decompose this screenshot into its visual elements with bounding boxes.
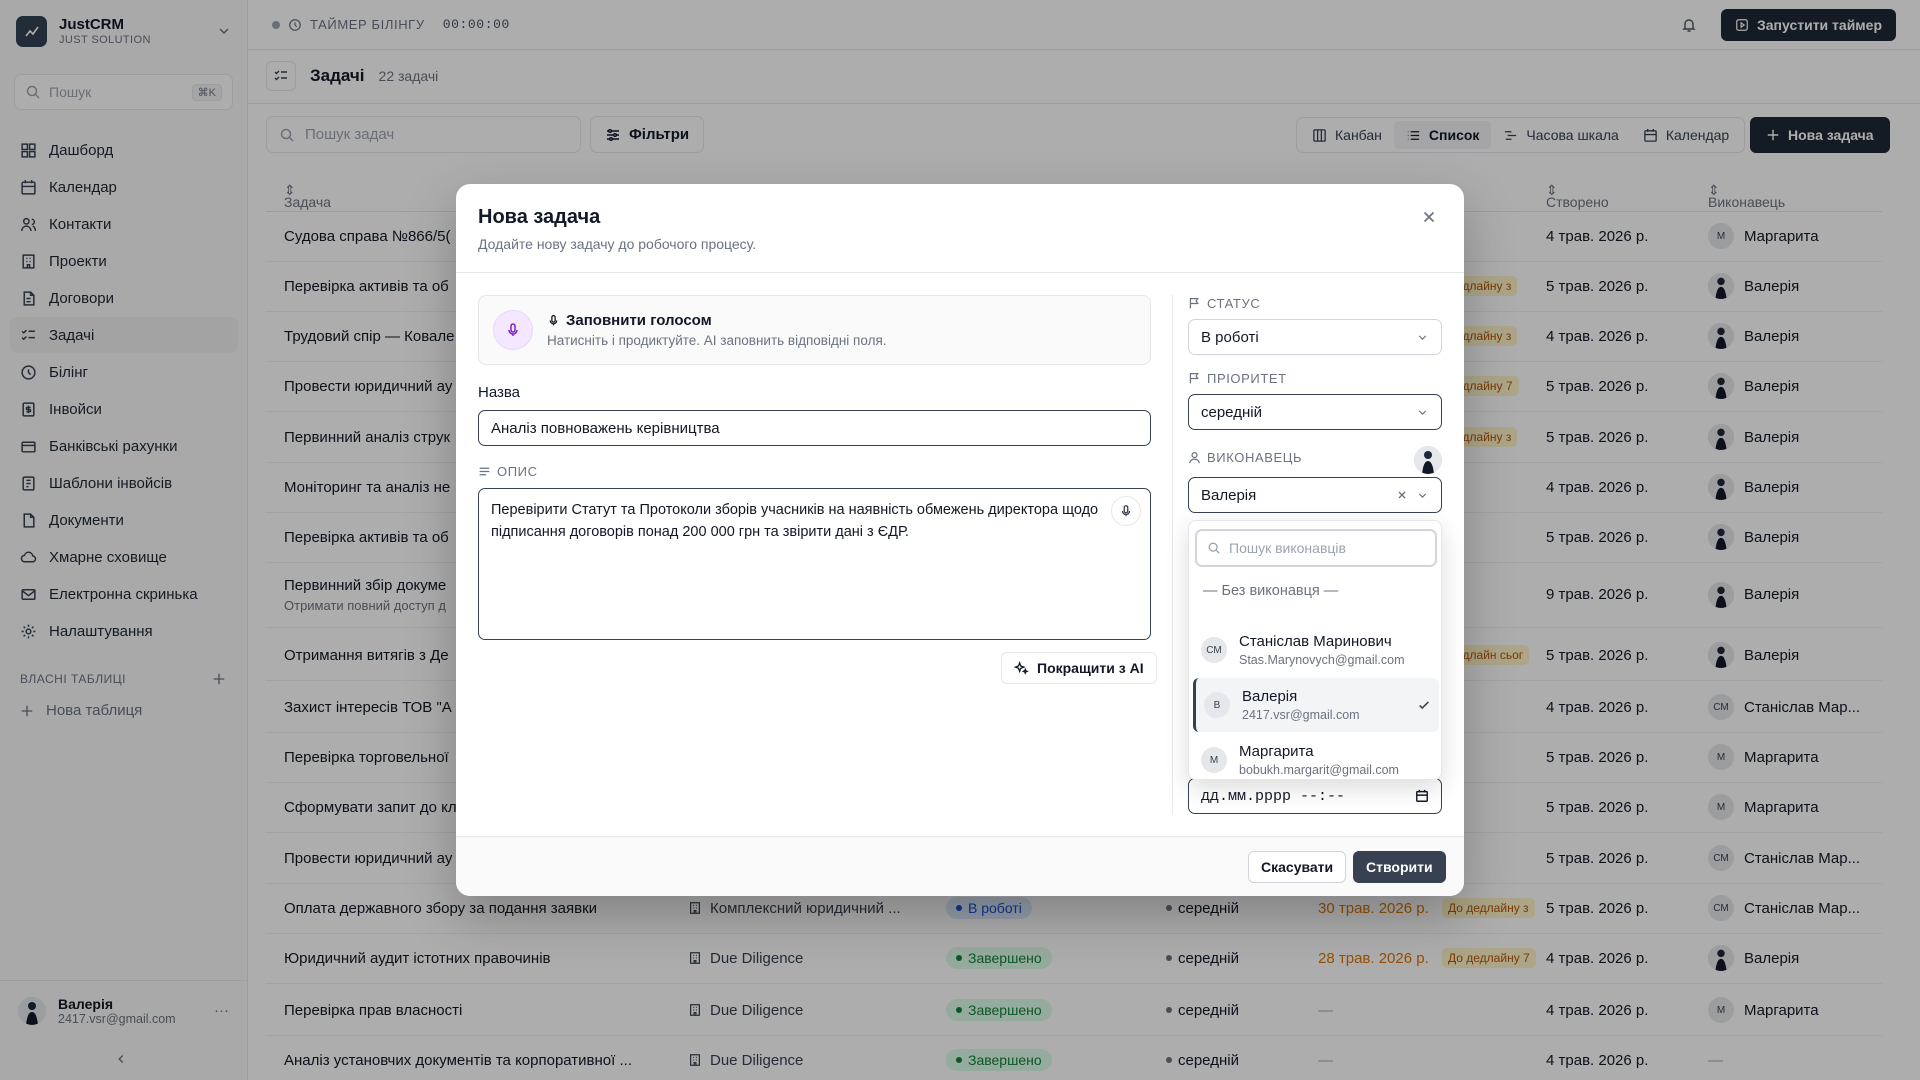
assignee-label: ВИКОНАВЕЦЬ: [1188, 450, 1302, 465]
priority-select[interactable]: середній: [1188, 394, 1442, 430]
priority-value: середній: [1201, 403, 1262, 421]
sparkles-icon: [1014, 660, 1029, 676]
option-email: Stas.Marynovych@gmail.com: [1239, 653, 1405, 667]
option-name: Станіслав Маринович: [1239, 633, 1392, 650]
modal-subtitle: Додайте нову задачу до робочого процесу.: [478, 236, 757, 252]
chevron-down-icon: [1416, 406, 1429, 419]
new-task-modal: Нова задача Додайте нову задачу до робоч…: [456, 184, 1464, 896]
avatar-initials: М: [1209, 754, 1219, 766]
assignee-value: Валерія: [1201, 486, 1257, 504]
priority-label: ПРІОРИТЕТ: [1188, 371, 1287, 386]
voice-title: Заповнити голосом: [566, 312, 712, 329]
option-email: bobukh.margarit@gmail.com: [1239, 763, 1399, 777]
assignee-label-text: ВИКОНАВЕЦЬ: [1207, 450, 1303, 465]
create-button[interactable]: Створити: [1353, 851, 1446, 883]
cancel-label: Скасувати: [1261, 859, 1334, 875]
description-value: Перевірити Статут та Протоколи зборів уч…: [491, 502, 1099, 540]
divider: [456, 272, 1464, 273]
avatar: [1414, 446, 1442, 474]
description-label: ОПИС: [478, 464, 538, 479]
priority-label-text: ПРІОРИТЕТ: [1207, 371, 1287, 386]
assignee-search-placeholder: Пошук виконавців: [1229, 540, 1346, 556]
improve-with-ai-button[interactable]: Покращити з AI: [1001, 652, 1157, 684]
due-date-placeholder: дд.мм.рррр --:--: [1201, 787, 1346, 805]
calendar-icon[interactable]: [1415, 789, 1429, 803]
microphone-icon: [547, 314, 560, 327]
assignee-search-input[interactable]: Пошук виконавців: [1195, 529, 1437, 567]
chevron-down-icon: [1416, 331, 1429, 344]
no-assignee-option[interactable]: — Без виконавця —: [1203, 583, 1338, 599]
task-name-input[interactable]: Аналіз повноважень керівництва: [478, 410, 1151, 446]
user-icon: [1188, 451, 1201, 464]
avatar: В: [1204, 692, 1230, 718]
flag-icon: [1188, 372, 1201, 385]
microphone-icon: [1119, 504, 1133, 518]
name-label: Назва: [478, 384, 521, 401]
search-icon: [1207, 541, 1221, 555]
status-label: СТАТУС: [1188, 296, 1260, 311]
flag-icon: [1188, 297, 1201, 310]
option-email: 2417.vsr@gmail.com: [1242, 708, 1360, 722]
task-name-value: Аналіз повноважень керівництва: [491, 419, 720, 437]
description-microphone-button[interactable]: [1111, 496, 1141, 526]
voice-title-row: Заповнити голосом: [547, 312, 887, 329]
status-label-text: СТАТУС: [1207, 296, 1261, 311]
avatar-initials: В: [1213, 699, 1221, 711]
avatar: М: [1201, 747, 1227, 773]
status-value: В роботі: [1201, 328, 1259, 346]
description-label-text: ОПИС: [497, 464, 538, 479]
text-align-icon: [478, 465, 491, 478]
assignee-dropdown: Пошук виконавців — Без виконавця — СМ Ста…: [1188, 520, 1442, 780]
check-icon: [1417, 698, 1431, 712]
modal-title: Нова задача: [478, 206, 601, 228]
status-select[interactable]: В роботі: [1188, 319, 1442, 355]
option-name: Валерія: [1242, 688, 1298, 705]
avatar: СМ: [1201, 637, 1227, 663]
close-icon[interactable]: [1420, 208, 1438, 226]
description-textarea[interactable]: Перевірити Статут та Протоколи зборів уч…: [478, 488, 1151, 640]
divider: [1172, 295, 1173, 815]
assignee-option[interactable]: В Валерія 2417.vsr@gmail.com: [1193, 678, 1439, 732]
chevron-down-icon: [1416, 489, 1429, 502]
improve-label: Покращити з AI: [1037, 660, 1144, 676]
avatar-initials: СМ: [1206, 644, 1222, 656]
assignee-option[interactable]: М Маргарита bobukh.margarit@gmail.com: [1193, 733, 1439, 787]
assignee-select[interactable]: Валерія: [1188, 477, 1442, 513]
microphone-icon: [505, 322, 521, 338]
microphone-button[interactable]: [493, 310, 533, 350]
voice-fill-button[interactable]: Заповнити голосом Натисніть і продиктуйт…: [478, 295, 1151, 365]
option-name: Маргарита: [1239, 743, 1314, 760]
voice-description: Натисніть і продиктуйте. AI заповнить ві…: [547, 333, 887, 348]
create-label: Створити: [1366, 859, 1433, 875]
assignee-option[interactable]: СМ Станіслав Маринович Stas.Marynovych@gma…: [1193, 623, 1439, 677]
clear-icon[interactable]: [1396, 489, 1408, 501]
cancel-button[interactable]: Скасувати: [1248, 851, 1347, 883]
